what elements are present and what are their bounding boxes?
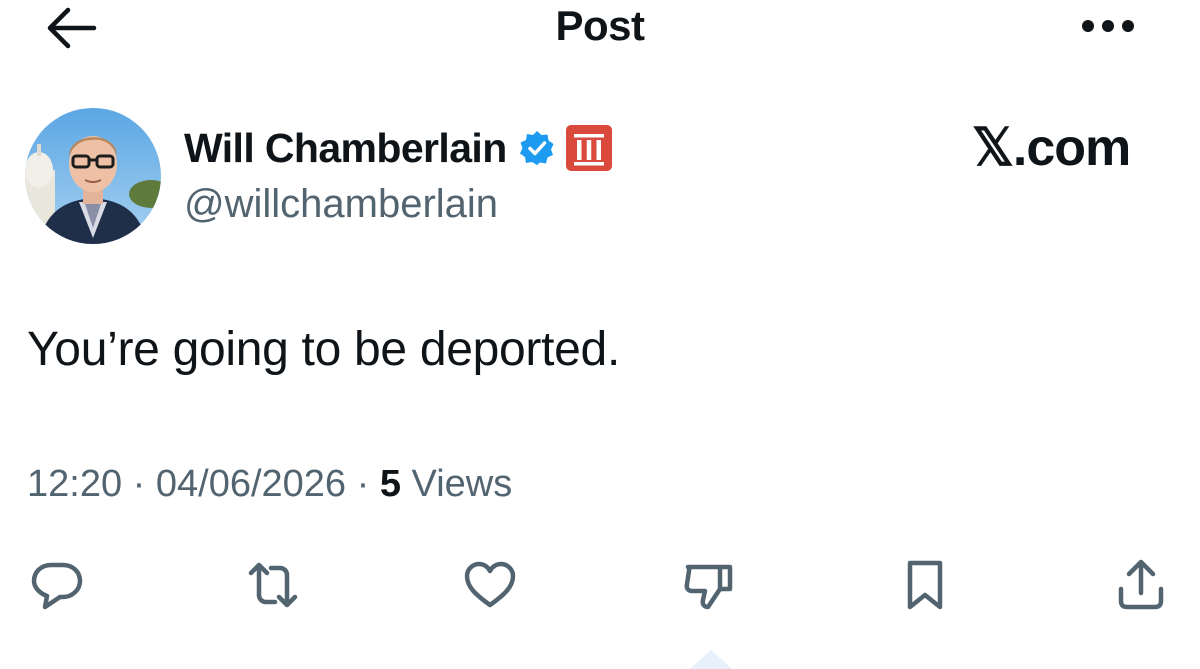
like-button[interactable] [455,550,525,620]
post-date[interactable]: 04/06/2026 [156,463,346,505]
repost-icon [248,562,298,608]
affiliate-badge-icon[interactable] [565,124,613,172]
more-horizontal-icon [1082,20,1134,32]
dislike-button[interactable] [673,550,743,620]
share-icon [1118,559,1164,610]
reply-button[interactable] [22,550,92,620]
more-options-button[interactable] [1070,6,1146,46]
action-bar [0,550,1200,620]
post-metadata: 12:20 · 04/06/2026 · 5 Views [27,463,512,506]
bookmark-button[interactable] [890,550,960,620]
meta-separator: · [132,463,146,505]
top-bar: Post [0,0,1200,60]
post-text: You’re going to be deported. [27,323,620,376]
author-display-name[interactable]: Will Chamberlain [184,125,507,172]
share-button[interactable] [1106,550,1176,620]
author-name-row: Will Chamberlain [184,120,613,176]
views-count[interactable]: 5 [380,463,401,505]
post-time[interactable]: 12:20 [27,463,122,505]
avatar-image [25,108,161,244]
repost-button[interactable] [238,550,308,620]
reply-icon [31,562,83,610]
avatar[interactable] [25,108,161,244]
author-handle[interactable]: @willchamberlain [184,182,498,227]
views-label[interactable]: Views [412,463,513,505]
page-title: Post [555,2,645,49]
bookmark-icon [907,560,943,610]
partial-icon-edge [690,650,732,669]
heart-icon [464,561,516,608]
meta-separator: · [356,463,370,505]
x-com-logo: 𝕏.com [972,119,1131,177]
verified-badge-icon[interactable] [519,130,555,166]
thumbs-down-icon [684,564,733,610]
